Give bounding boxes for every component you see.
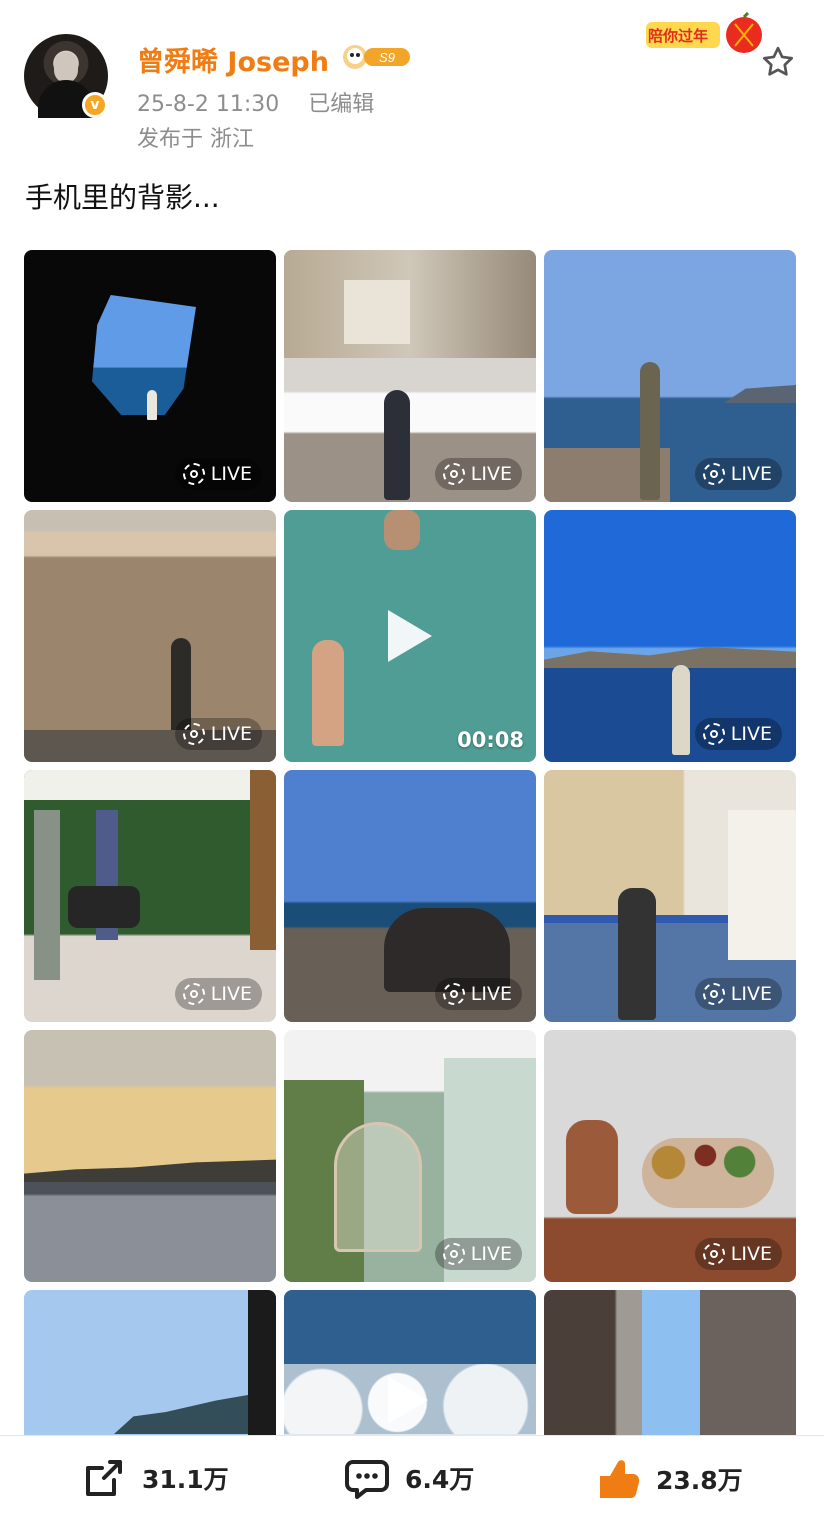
post-time: 25-8-2 11:30 已编辑 <box>137 86 374 118</box>
post-content: 手机里的背影... <box>25 181 220 214</box>
thumbs-up-icon <box>600 1460 640 1498</box>
live-icon <box>182 983 205 1005</box>
comment-button[interactable]: 6.4万 <box>343 1454 474 1502</box>
live-badge: LIVE <box>434 1238 522 1270</box>
level-badge-icon: S9 <box>343 45 410 69</box>
live-icon <box>702 1243 725 1265</box>
post-actions-bar: 31.1万 6.4万 23.8万 <box>0 1435 824 1513</box>
live-badge: LIVE <box>694 1238 782 1270</box>
post-location: 发布于 浙江 <box>137 127 254 152</box>
live-icon <box>442 983 465 1005</box>
live-badge: LIVE <box>694 458 782 490</box>
media-grid: LIVE LIVE LIVE LIVE 00:08 LIVE LIVE LIVE… <box>24 250 796 1440</box>
share-button[interactable]: 31.1万 <box>80 1454 229 1502</box>
author-name[interactable]: 曾舜晞 Joseph <box>137 40 329 79</box>
photo-coast-view[interactable]: LIVE <box>544 510 796 762</box>
live-badge: LIVE <box>434 978 522 1010</box>
live-icon <box>442 1243 465 1265</box>
photo-beach-rest[interactable]: LIVE <box>284 770 536 1022</box>
photo-balcony-street[interactable]: LIVE <box>544 770 796 1022</box>
like-count: 23.8万 <box>656 1466 743 1495</box>
live-badge: LIVE <box>434 458 522 490</box>
live-icon <box>702 463 725 485</box>
live-badge: LIVE <box>694 978 782 1010</box>
live-icon <box>442 463 465 485</box>
festival-text: 陪你过年 <box>648 27 709 45</box>
comment-icon <box>345 1460 389 1499</box>
photo-cave-arch[interactable]: LIVE <box>24 250 276 502</box>
live-icon <box>182 463 205 485</box>
video-duration: 00:08 <box>457 728 524 752</box>
live-badge: LIVE <box>174 718 262 750</box>
video-swim[interactable]: 00:08 <box>284 510 536 762</box>
play-icon[interactable] <box>388 610 432 662</box>
photo-garden-terrace[interactable]: LIVE <box>24 770 276 1022</box>
photo-wall-building[interactable]: LIVE <box>284 250 536 502</box>
favorite-star-icon[interactable] <box>760 44 796 80</box>
photo-porcelain-fruit[interactable]: LIVE <box>544 1030 796 1282</box>
photo-sunset-water[interactable]: LIVE <box>24 510 276 762</box>
share-icon <box>86 1460 122 1496</box>
play-icon[interactable] <box>388 1376 428 1424</box>
photo-bay-dusk[interactable] <box>24 1030 276 1282</box>
avatar-face <box>54 52 78 82</box>
edited-label: 已编辑 <box>308 92 375 117</box>
photo-sea-pier[interactable]: LIVE <box>544 250 796 502</box>
photo-coast-cliff[interactable] <box>24 1290 276 1440</box>
share-count: 31.1万 <box>142 1465 229 1494</box>
like-button[interactable]: 23.8万 <box>592 1454 743 1504</box>
video-sea-rocks[interactable] <box>284 1290 536 1440</box>
level-badge-text: S9 <box>379 50 395 65</box>
photo-alley-sky[interactable] <box>544 1290 796 1440</box>
live-badge: LIVE <box>174 978 262 1010</box>
verified-badge-icon: v <box>82 92 108 118</box>
comment-count: 6.4万 <box>405 1465 475 1494</box>
timestamp: 25-8-2 11:30 <box>137 92 280 117</box>
live-icon <box>702 983 725 1005</box>
live-badge: LIVE <box>174 458 262 490</box>
live-icon <box>182 723 205 745</box>
live-icon <box>702 723 725 745</box>
live-badge: LIVE <box>694 718 782 750</box>
photo-birdcage[interactable]: LIVE <box>284 1030 536 1282</box>
